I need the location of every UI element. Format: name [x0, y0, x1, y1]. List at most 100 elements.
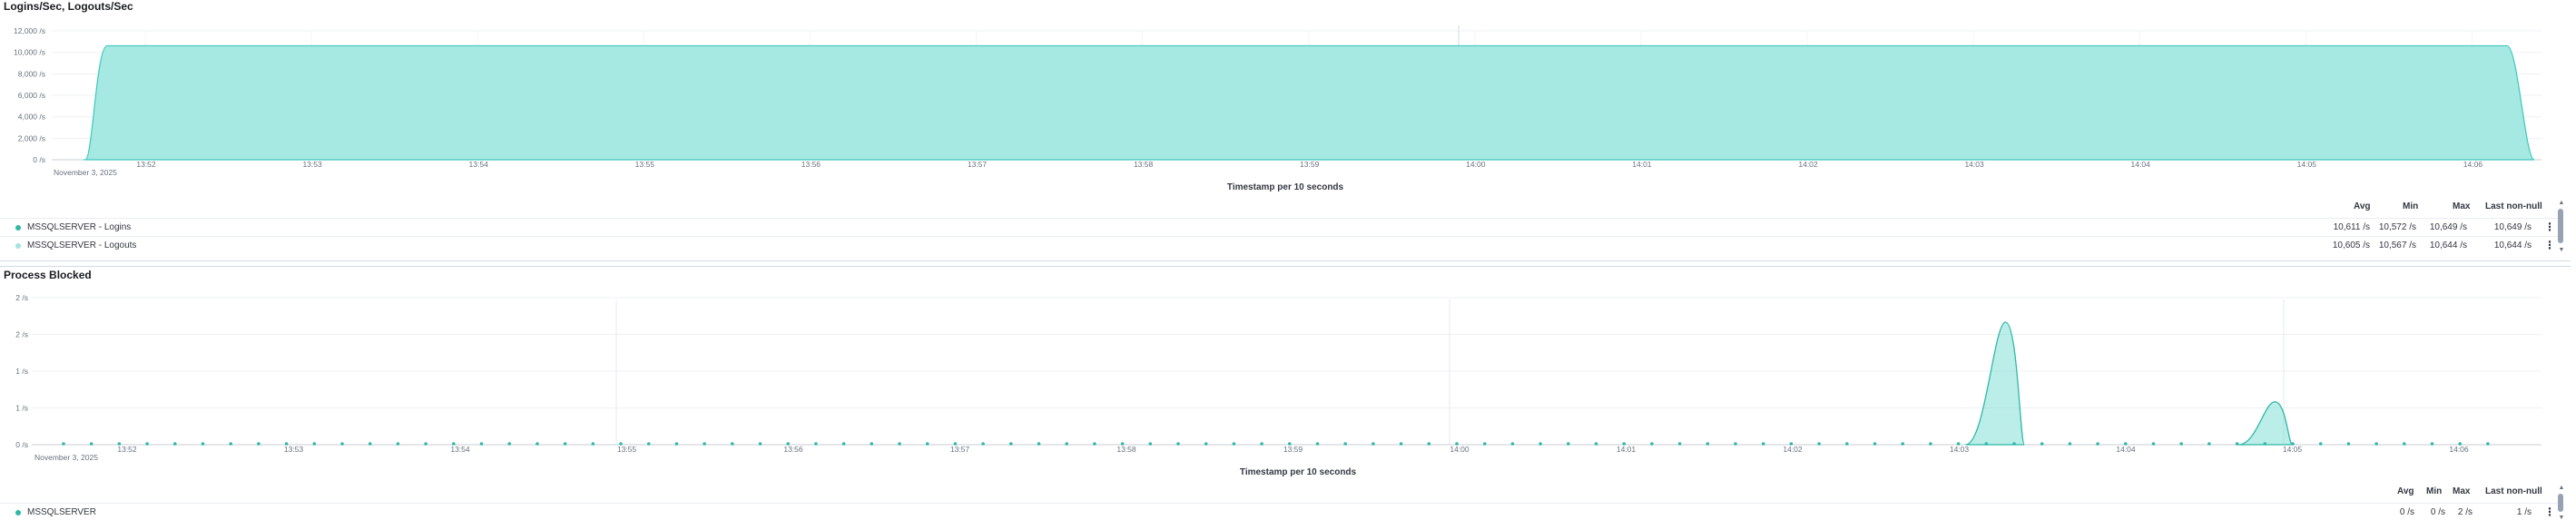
data-point — [1594, 442, 1598, 446]
x-tick-label: 13:55 — [617, 445, 637, 454]
x-tick-label: 14:03 — [1950, 445, 1970, 454]
data-point — [1622, 442, 1626, 446]
process-blocked-chart[interactable]: 0 /s 1 /s 1 /s 2 /s 2 /s 13:52 13:53 13:54 13:55… — [0, 267, 2571, 480]
data-point — [591, 442, 595, 446]
data-point — [731, 442, 734, 446]
x-tick-label: 13:58 — [1116, 445, 1136, 454]
legend-row-menu-icon[interactable]: ⋮ — [2544, 221, 2555, 233]
data-point — [2346, 442, 2351, 446]
x-tick-label: 14:06 — [2449, 445, 2469, 454]
x-tick-label: 14:04 — [2116, 445, 2136, 454]
x-tick-label: 14:04 — [2131, 160, 2151, 169]
scroll-down-icon[interactable]: ▼ — [2558, 247, 2565, 254]
blocked-peak — [1965, 321, 2025, 446]
y-tick-label: 2 /s — [15, 330, 28, 339]
x-tick-label: 14:03 — [1964, 160, 1984, 169]
legend-header-max: Max — [2453, 486, 2471, 496]
data-point — [1873, 442, 1877, 446]
y-tick-label: 1 /s — [15, 404, 28, 413]
legend-row-menu-icon[interactable]: ⋮ — [2544, 505, 2555, 518]
legend-scrollbar[interactable]: ▲ ▼ — [2558, 200, 2565, 256]
scroll-down-icon[interactable]: ▼ — [2558, 515, 2565, 522]
y-tick-label: 2,000 /s — [18, 133, 45, 142]
data-point — [646, 442, 651, 446]
data-point — [2040, 442, 2044, 446]
scrollbar-thumb[interactable] — [2558, 209, 2563, 243]
data-point — [1817, 442, 1821, 446]
logins-logouts-panel: Logins/Sec, Logouts/Sec 0 /s 2,000 /s 4,00… — [0, 0, 2571, 261]
data-point — [1956, 442, 1961, 446]
data-point — [1677, 442, 1682, 446]
legend-max: 2 /s — [2457, 507, 2473, 517]
data-point — [925, 442, 929, 446]
x-tick-label: 13:56 — [783, 445, 803, 454]
data-point — [1901, 442, 1904, 446]
x-tick-label: 13:53 — [302, 160, 322, 169]
data-point — [396, 442, 400, 446]
legend-scrollbar[interactable]: ▲ ▼ — [2558, 485, 2565, 523]
data-point — [229, 442, 232, 446]
data-point — [2179, 442, 2183, 446]
x-tick-label: 14:01 — [1617, 445, 1637, 454]
legend-row-logins[interactable]: MSSQLSERVER - Logins 10,611 /s 10,572 /s… — [0, 218, 2560, 237]
logins-logouts-chart[interactable]: 0 /s 2,000 /s 4,000 /s 6,000 /s 8,000 /s 10,0… — [0, 0, 2571, 195]
y-tick-label: 0 /s — [15, 440, 28, 449]
data-point — [1706, 442, 1710, 446]
legend-header-min: Min — [2403, 201, 2419, 211]
legend-header-min: Min — [2426, 486, 2443, 496]
data-point — [1734, 442, 1737, 446]
data-point — [2235, 442, 2239, 446]
data-point — [1539, 442, 1542, 446]
data-point — [1232, 442, 1236, 446]
data-point — [1455, 442, 1459, 446]
legend-series-name: MSSQLSERVER - Logouts — [27, 240, 137, 250]
series-color-dot — [15, 243, 21, 249]
x-axis-title: Timestamp per 10 seconds — [1227, 182, 1344, 192]
data-point — [758, 442, 762, 446]
data-point — [284, 442, 289, 446]
data-point — [1761, 442, 1765, 446]
data-point — [89, 442, 93, 446]
x-tick-label: 14:05 — [2297, 160, 2317, 169]
data-point — [2151, 442, 2156, 446]
y-tick-label: 0 /s — [33, 155, 45, 164]
data-point — [1120, 442, 1125, 446]
data-point — [1315, 442, 1320, 446]
data-point — [1260, 442, 1263, 446]
data-point — [2374, 442, 2378, 446]
y-tick-label: 1 /s — [15, 367, 28, 376]
legend-row-logouts[interactable]: MSSQLSERVER - Logouts 10,605 /s 10,567 /… — [0, 236, 2560, 255]
legend-row-menu-icon[interactable]: ⋮ — [2544, 239, 2555, 251]
data-point — [312, 442, 317, 446]
scroll-up-icon[interactable]: ▲ — [2558, 200, 2565, 207]
data-point — [1789, 442, 1794, 446]
data-point — [814, 442, 818, 446]
scroll-up-icon[interactable]: ▲ — [2558, 485, 2565, 492]
data-point — [2096, 442, 2099, 446]
legend-row-mssqlserver[interactable]: MSSQLSERVER 0 /s 0 /s 2 /s 1 /s ⋮ — [0, 503, 2560, 522]
legend-header-last: Last non-null — [2485, 201, 2542, 211]
x-date-label: November 3, 2025 — [54, 168, 117, 177]
data-point — [1065, 442, 1068, 446]
x-tick-label: 13:54 — [450, 445, 470, 454]
data-point — [536, 442, 539, 446]
series-color-dot — [15, 510, 21, 515]
x-tick-label: 14:01 — [1632, 160, 1652, 169]
legend-avg: 10,611 /s — [2333, 222, 2370, 232]
process-blocked-panel: Process Blocked 0 /s 1 /s 1 /s 2 /s 2 /s 13:5… — [0, 266, 2571, 530]
data-point — [2430, 442, 2434, 446]
y-tick-label: 4,000 /s — [18, 113, 45, 122]
data-point — [674, 442, 679, 446]
x-date-label: November 3, 2025 — [34, 453, 98, 462]
data-point — [2458, 442, 2462, 446]
data-point — [786, 442, 790, 446]
data-point — [870, 442, 874, 446]
legend-header-avg: Avg — [2397, 486, 2414, 496]
data-point — [1204, 442, 1208, 446]
data-point — [1482, 442, 1487, 446]
x-tick-label: 13:52 — [136, 160, 156, 169]
data-point — [1984, 442, 1989, 446]
scrollbar-thumb[interactable] — [2558, 494, 2563, 512]
data-point — [173, 442, 177, 446]
legend-series-name: MSSQLSERVER - Logins — [27, 222, 132, 232]
